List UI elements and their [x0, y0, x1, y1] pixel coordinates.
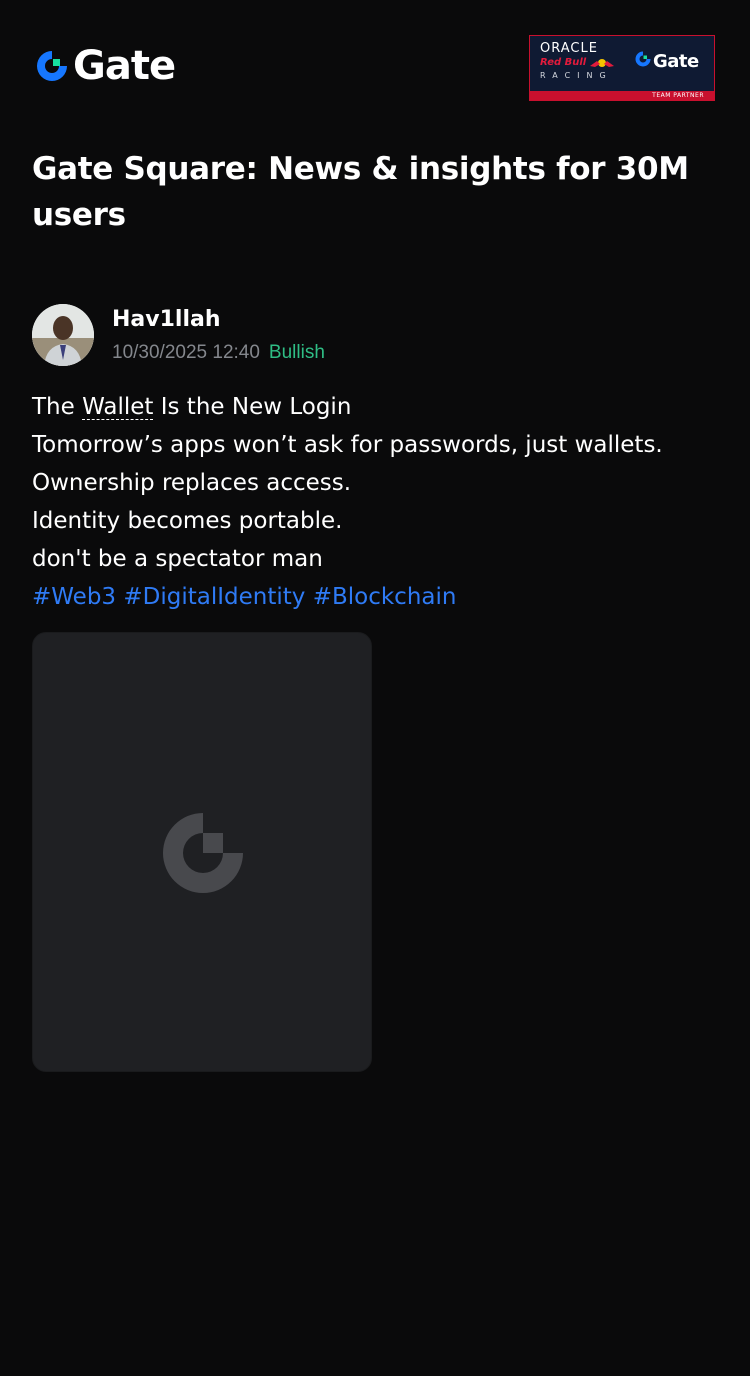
- racing-text: RACING: [540, 71, 613, 80]
- hashtag-list: #Web3 #DigitalIdentity #Blockchain: [32, 578, 718, 616]
- post-meta: 10/30/2025 12:40 Bullish: [112, 340, 325, 366]
- post-body: The Wallet Is the New Login Tomorrow’s a…: [32, 388, 718, 616]
- partner-gate-logo: Gate: [634, 50, 699, 73]
- post-image[interactable]: [32, 632, 372, 1072]
- post-line: don't be a spectator man: [32, 546, 323, 572]
- bull-icon: [586, 58, 615, 68]
- hashtag-link[interactable]: #DigitalIdentity: [123, 584, 305, 610]
- post-line: Tomorrow’s apps won’t ask for passwords,…: [32, 432, 663, 458]
- redbull-text: Red Bull: [540, 57, 587, 68]
- page-title: Gate Square: News & insights for 30M use…: [32, 151, 689, 233]
- oracle-text: ORACLE: [540, 41, 598, 56]
- keyword-link[interactable]: Wallet: [82, 394, 153, 420]
- post-line: The Wallet Is the New Login: [32, 388, 718, 426]
- gate-logo-icon: [163, 813, 243, 893]
- gate-logo-icon: [34, 48, 70, 84]
- brand-logo[interactable]: Gate: [34, 43, 176, 89]
- partner-gate-text: Gate: [653, 51, 699, 72]
- post-text: Is the New Login: [153, 394, 352, 420]
- post-author: Hav1llah 10/30/2025 12:40 Bullish: [32, 304, 718, 368]
- hashtag-link[interactable]: #Blockchain: [313, 584, 457, 610]
- hashtag-link[interactable]: #Web3: [32, 584, 116, 610]
- gate-logo-icon: [634, 50, 652, 73]
- oracle-redbull-logo: ORACLE Red Bull RACING: [540, 42, 616, 82]
- page: Gate ORACLE Red Bull RACING Gate TEAM PA…: [0, 0, 750, 1376]
- author-name[interactable]: Hav1llah: [112, 306, 221, 334]
- post-text: The: [32, 394, 83, 420]
- post-line: Ownership replaces access.: [32, 470, 352, 496]
- team-partner-badge[interactable]: ORACLE Red Bull RACING Gate TEAM PARTNER: [529, 35, 715, 101]
- avatar[interactable]: [32, 304, 94, 366]
- post-timestamp: 10/30/2025 12:40: [112, 342, 260, 363]
- team-partner-strip: TEAM PARTNER: [530, 91, 714, 100]
- post-line: Identity becomes portable.: [32, 508, 343, 534]
- sentiment-badge: Bullish: [268, 342, 325, 363]
- header: Gate ORACLE Red Bull RACING Gate TEAM PA…: [32, 0, 718, 136]
- brand-name: Gate: [73, 43, 176, 89]
